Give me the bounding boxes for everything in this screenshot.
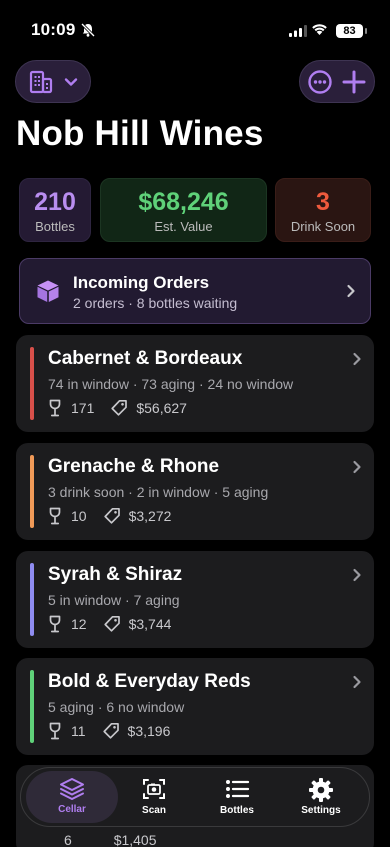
tab-label: Bottles	[220, 805, 254, 816]
layers-icon	[60, 778, 84, 800]
tab-scan[interactable]: Scan	[114, 768, 194, 826]
category-card-grenache-rhone[interactable]: Grenache & Rhone 3 drink soon · 2 in win…	[16, 443, 374, 540]
category-color-bar	[30, 347, 34, 420]
price-tag-icon	[111, 399, 128, 416]
price-tag-icon	[103, 507, 120, 524]
tab-cellar[interactable]: Cellar	[26, 771, 118, 823]
tab-label: Scan	[142, 805, 166, 816]
category-meta: 10 $3,272	[48, 507, 171, 525]
category-color-bar	[30, 670, 34, 743]
stat-est-value[interactable]: $68,246 Est. Value	[100, 178, 267, 242]
category-summary: 74 in window · 73 aging · 24 no window	[48, 376, 294, 392]
status-time: 10:09	[31, 20, 76, 39]
category-meta: 11 $3,196	[48, 722, 170, 740]
battery-indicator: 83	[336, 24, 367, 38]
tab-label: Cellar	[58, 804, 86, 815]
stat-value: 3	[316, 188, 330, 216]
category-value: $56,627	[136, 400, 187, 416]
top-actions	[299, 60, 375, 103]
category-name: Cabernet & Bordeaux	[48, 348, 243, 369]
chevron-right-icon	[353, 460, 361, 474]
category-summary: 3 drink soon · 2 in window · 5 aging	[48, 484, 269, 500]
stat-drink-soon[interactable]: 3 Drink Soon	[275, 178, 371, 242]
category-card-bold-everyday-reds[interactable]: Bold & Everyday Reds 5 aging · 6 no wind…	[16, 658, 374, 755]
stat-label: Drink Soon	[290, 219, 356, 234]
wine-glass-icon	[49, 615, 61, 633]
wifi-icon	[312, 24, 327, 35]
category-color-bar	[30, 455, 34, 528]
signal-icon	[289, 25, 307, 37]
category-value: $1,405	[113, 832, 157, 847]
chevron-right-icon	[353, 352, 361, 366]
bottle-count: 171	[71, 400, 95, 416]
category-meta: 171 $56,627	[48, 399, 187, 417]
bottle-count: 12	[71, 616, 87, 632]
category-summary: 5 aging · 6 no window	[48, 699, 185, 715]
category-summary: 5 in window · 7 aging	[48, 592, 180, 608]
chevron-down-icon	[64, 77, 78, 86]
camera-scan-icon	[143, 779, 165, 799]
orders-subtitle: 2 orders · 8 bottles waiting	[73, 295, 238, 311]
tab-bar: Cellar Scan Bottles Settings	[20, 767, 370, 827]
stat-value: 210	[34, 188, 76, 216]
bell-muted-icon	[80, 22, 96, 38]
gear-icon	[309, 778, 333, 802]
list-icon	[226, 780, 250, 798]
bottle-count: 10	[71, 508, 87, 524]
category-value: $3,272	[128, 508, 172, 524]
category-card-syrah-shiraz[interactable]: Syrah & Shiraz 5 in window · 7 aging 12 …	[16, 551, 374, 648]
cellar-switcher-button[interactable]	[15, 60, 91, 103]
status-bar: 10:09 83	[0, 0, 390, 54]
wine-glass-icon	[49, 399, 61, 417]
category-meta: 6 $1,405	[64, 832, 157, 847]
category-value: $3,196	[127, 723, 171, 739]
category-card-cabernet-bordeaux[interactable]: Cabernet & Bordeaux 74 in window · 73 ag…	[16, 335, 374, 432]
building-icon	[29, 70, 53, 93]
more-icon[interactable]	[307, 69, 333, 95]
tab-label: Settings	[301, 805, 341, 816]
wine-glass-icon	[49, 722, 61, 740]
chevron-right-icon	[353, 568, 361, 582]
category-name: Syrah & Shiraz	[48, 564, 183, 585]
bottle-count: 6	[64, 832, 72, 847]
category-name: Grenache & Rhone	[48, 456, 220, 477]
incoming-orders-card[interactable]: Incoming Orders 2 orders · 8 bottles wai…	[19, 258, 371, 324]
bottle-count: 11	[71, 723, 86, 739]
page-title: Nob Hill Wines	[16, 114, 264, 153]
add-icon[interactable]	[341, 69, 367, 95]
tab-settings[interactable]: Settings	[281, 768, 361, 826]
chevron-right-icon	[347, 284, 355, 298]
stat-value: $68,246	[138, 188, 229, 216]
tab-bottles[interactable]: Bottles	[197, 768, 277, 826]
price-tag-icon	[102, 722, 119, 739]
stat-label: Est. Value	[154, 219, 213, 234]
wine-glass-icon	[49, 507, 61, 525]
category-value: $3,744	[128, 616, 172, 632]
stat-label: Bottles	[35, 219, 75, 234]
category-name: Bold & Everyday Reds	[48, 671, 251, 692]
category-color-bar	[30, 563, 34, 636]
orders-title: Incoming Orders	[73, 273, 210, 292]
chevron-right-icon	[353, 675, 361, 689]
category-meta: 12 $3,744	[48, 615, 171, 633]
stat-bottles[interactable]: 210 Bottles	[19, 178, 91, 242]
price-tag-icon	[103, 615, 120, 632]
package-icon	[37, 280, 59, 302]
